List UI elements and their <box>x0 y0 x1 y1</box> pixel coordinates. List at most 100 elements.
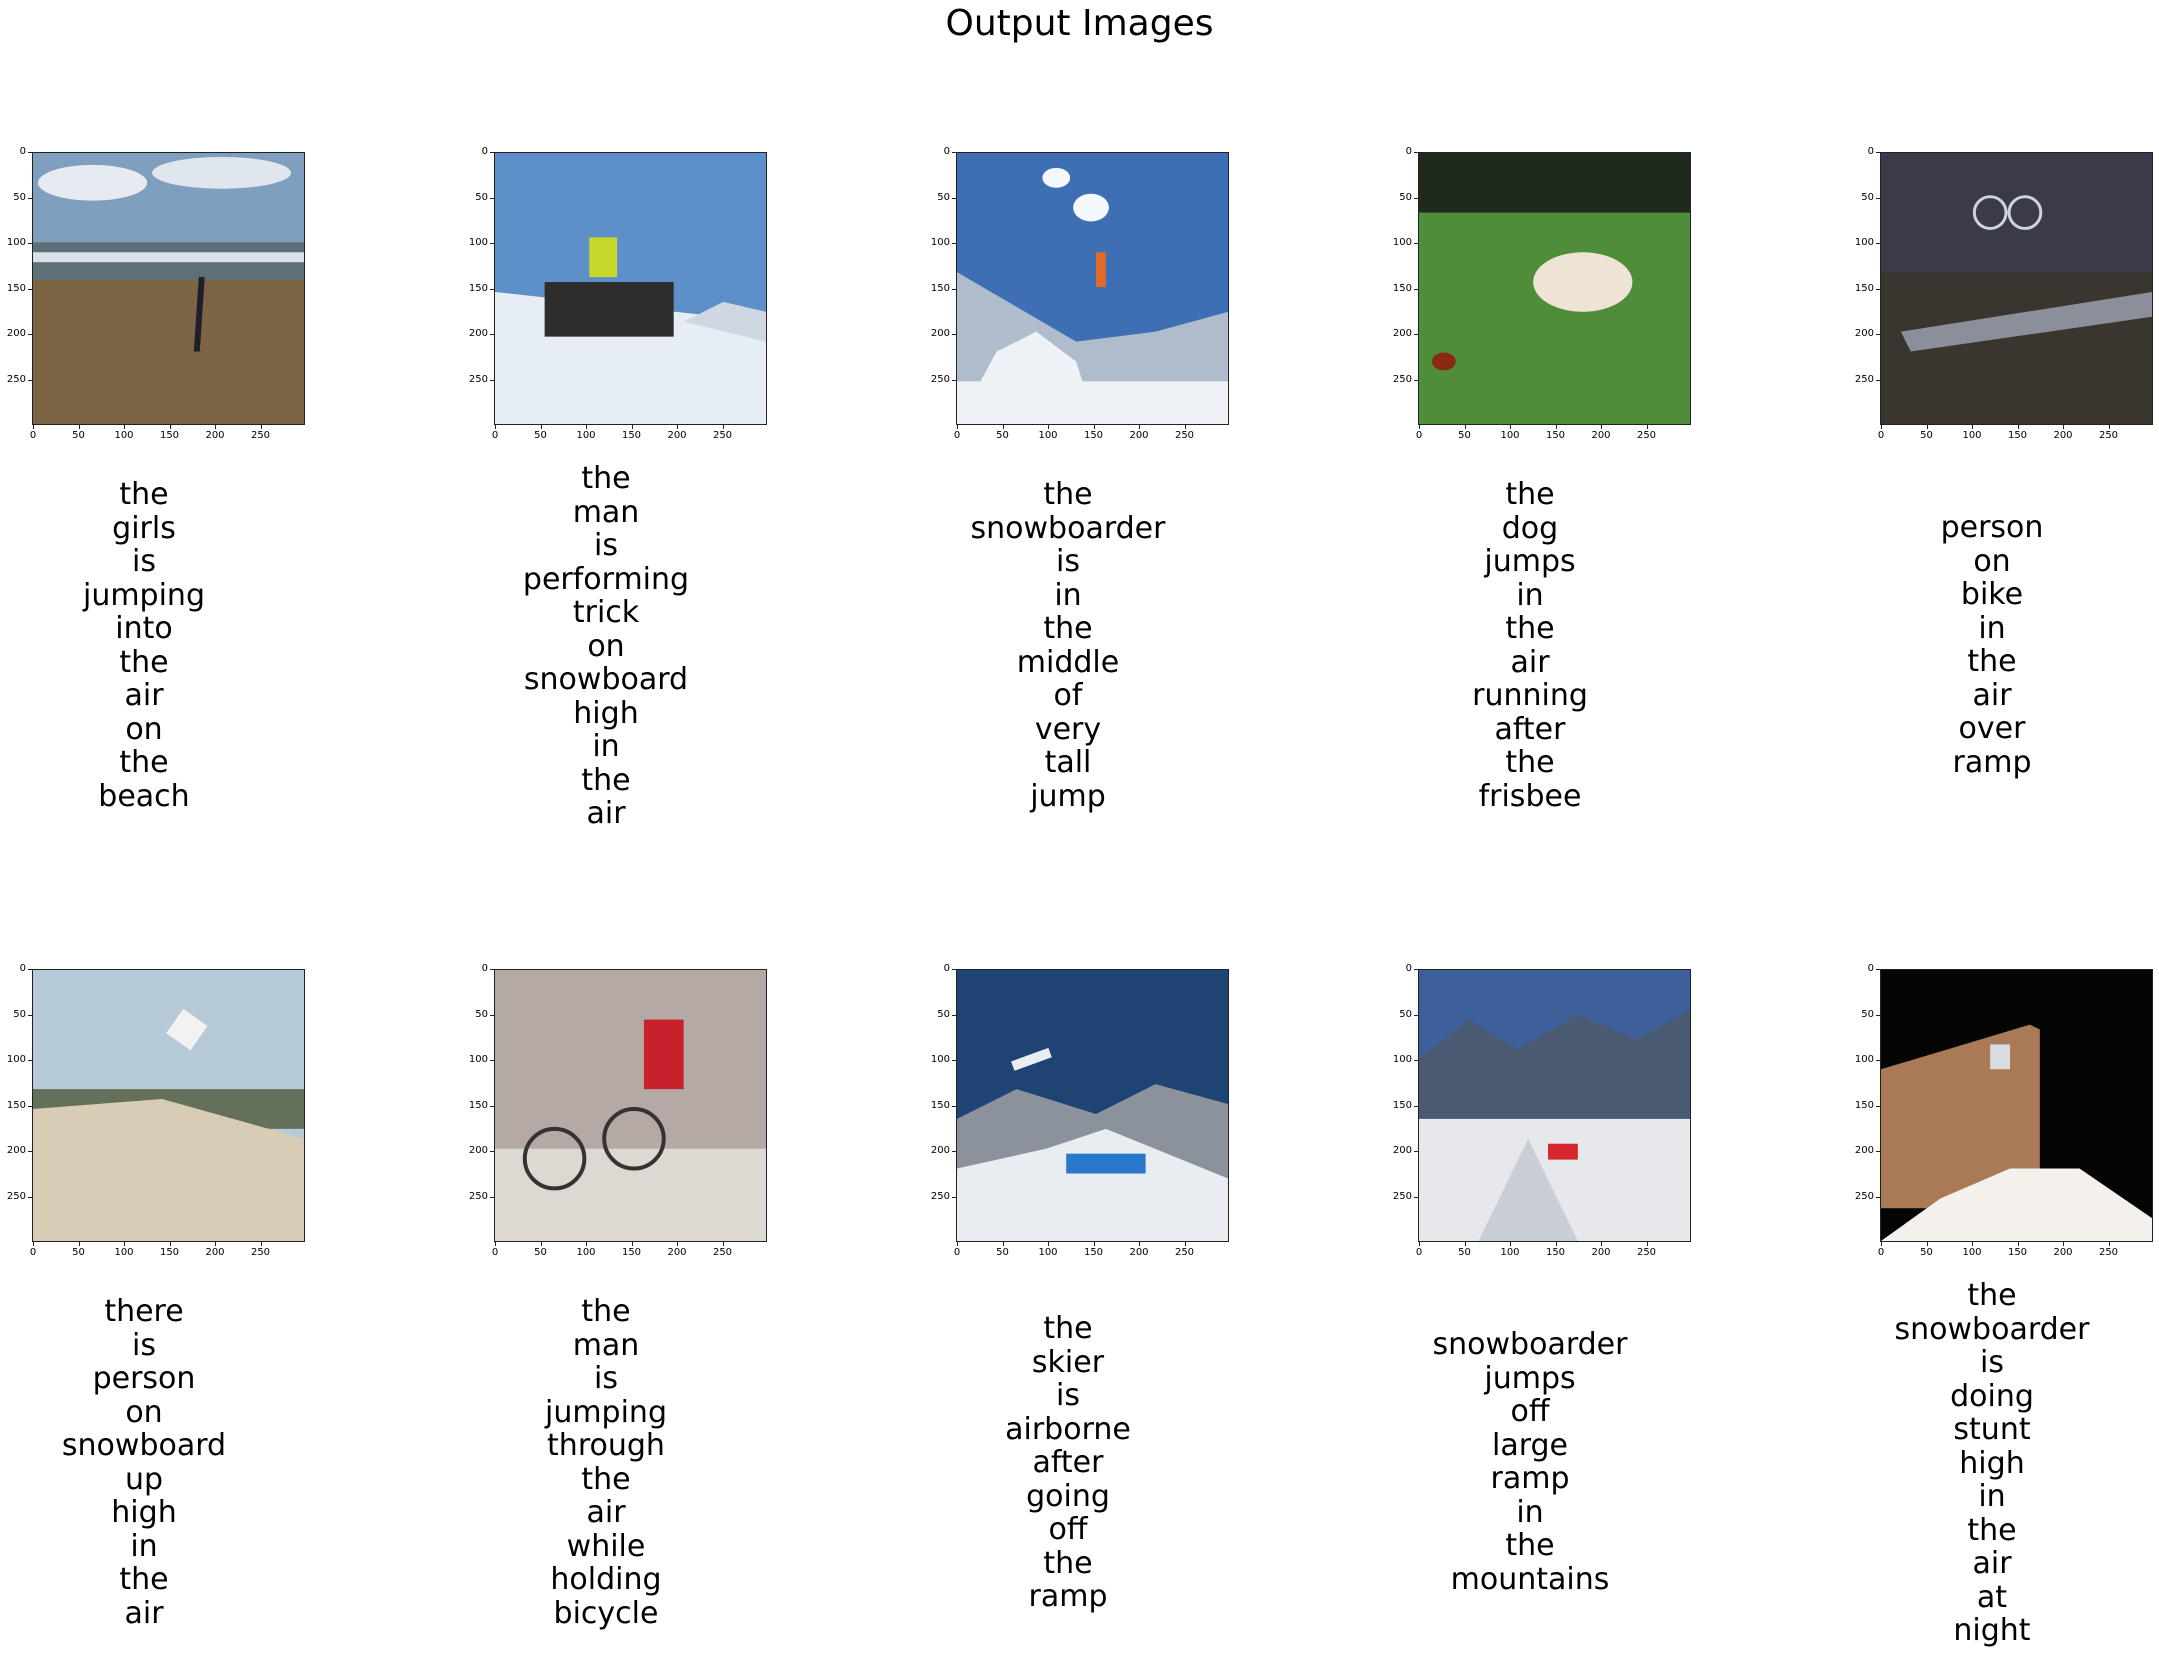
x-tick-label: 250 <box>1632 425 1662 442</box>
x-tick-label: 50 <box>1912 425 1942 442</box>
x-tick-label: 150 <box>1079 425 1109 442</box>
caption-word: the <box>581 1461 631 1497</box>
cloud <box>1042 167 1071 188</box>
caption-word: is <box>132 1327 156 1363</box>
caption-word: air <box>124 678 164 713</box>
y-tick-label: 0 <box>1848 146 1880 158</box>
y-tick-label: 200 <box>0 328 32 340</box>
y-tick-label: 100 <box>462 237 494 249</box>
x-tick-label: 100 <box>1495 1242 1525 1259</box>
caption-word: into <box>115 611 173 646</box>
y-tick-label: 250 <box>1848 1191 1880 1203</box>
y-tick-label: 250 <box>462 1191 494 1203</box>
x-tick-label: 200 <box>1124 425 1154 442</box>
surf <box>33 252 304 263</box>
caption-word: air <box>586 796 626 831</box>
image-panel: 0 50 100 150 200 250 0 50 100 150 200 250 <box>1848 138 2159 441</box>
caption-word: high <box>573 695 639 731</box>
y-tick-label: 100 <box>1848 237 1880 249</box>
caption-word: through <box>547 1428 665 1463</box>
caption: the skier is airborne after going off the ramp <box>918 1312 1218 1614</box>
caption-word: the <box>119 477 169 512</box>
caption-word: man <box>572 1327 640 1363</box>
caption-word: on <box>125 1394 163 1430</box>
y-tick-label: 100 <box>1386 1054 1418 1066</box>
y-tick-label: 250 <box>1386 374 1418 386</box>
caption-word: high <box>111 1495 177 1530</box>
caption-word: jumping <box>82 577 205 613</box>
grass <box>1419 212 1690 424</box>
x-tick-label: 50 <box>1912 1242 1942 1259</box>
x-tick-label: 0 <box>1866 1242 1896 1259</box>
photo-illustration <box>495 153 766 424</box>
y-tick-label: 0 <box>462 963 494 975</box>
caption: snowboarder jumps off large ramp in the mountai… <box>1380 1328 1680 1596</box>
dog-frisbee-photo <box>1418 152 1691 425</box>
caption-word: skier <box>1031 1344 1105 1380</box>
x-tick-label: 0 <box>480 1242 510 1259</box>
x-tick-label: 0 <box>942 425 972 442</box>
caption-word: ramp <box>1952 744 2032 780</box>
caption-word: in <box>592 729 620 764</box>
y-tick-label: 50 <box>462 192 494 204</box>
caption-word: the <box>119 1562 169 1597</box>
photo-illustration <box>957 970 1228 1241</box>
x-tick-label: 150 <box>2003 1242 2033 1259</box>
image-panel: 0 50 100 150 200 250 0 50 100 150 200 250 <box>462 955 782 1258</box>
x-tick-label: 0 <box>18 425 48 442</box>
x-tick-label: 0 <box>942 1242 972 1259</box>
x-tick-label: 250 <box>246 425 276 442</box>
caption-word: tall <box>1044 745 1092 780</box>
caption-word: beach <box>98 778 190 814</box>
snowboarder <box>1990 1044 2011 1070</box>
y-tick-label: 200 <box>1386 328 1418 340</box>
caption: the man is performing trick on snowboard high in… <box>456 462 756 831</box>
x-tick-label: 200 <box>1586 425 1616 442</box>
cyclist <box>643 1019 684 1090</box>
y-tick-label: 200 <box>462 328 494 340</box>
y-tick-label: 0 <box>462 146 494 158</box>
x-tick-label: 200 <box>662 1242 692 1259</box>
x-tick-label: 150 <box>155 425 185 442</box>
caption-word: the <box>581 461 631 496</box>
caption-word: is <box>1056 1378 1080 1413</box>
caption-word: middle <box>1016 644 1120 680</box>
caption-word: mountains <box>1450 1561 1610 1597</box>
y-tick-label: 150 <box>1848 283 1880 295</box>
x-tick-label: 100 <box>1495 425 1525 442</box>
caption-word: in <box>1516 1494 1544 1530</box>
caption-word: high <box>1959 1445 2025 1481</box>
caption-word: very <box>1034 711 1102 747</box>
photo-illustration <box>33 970 304 1241</box>
photo-illustration <box>1881 153 2152 424</box>
x-tick-label: 100 <box>109 425 139 442</box>
x-tick-label: 50 <box>988 425 1018 442</box>
y-tick-label: 150 <box>462 283 494 295</box>
y-tick-label: 0 <box>0 963 32 975</box>
caption-word: jumps <box>1484 544 1576 579</box>
image-panel: 0 50 100 150 200 250 0 50 100 150 200 250 <box>1386 955 1706 1258</box>
caption-word: jumps <box>1484 1360 1576 1396</box>
y-tick-label: 50 <box>924 1009 956 1021</box>
y-tick-label: 100 <box>1848 1054 1880 1066</box>
snow <box>495 1148 766 1241</box>
y-tick-label: 200 <box>924 1145 956 1157</box>
y-tick-label: 50 <box>462 1009 494 1021</box>
x-tick-label: 150 <box>1541 425 1571 442</box>
caption-word: of <box>1053 678 1083 713</box>
caption-word: off <box>1510 1394 1550 1429</box>
banner <box>1548 1143 1578 1160</box>
caption-word: jumping <box>544 1394 667 1430</box>
caption-word: in <box>1978 1479 2006 1514</box>
photo-illustration <box>1419 153 1690 424</box>
image-panel: 0 50 100 150 200 250 0 50 100 150 200 250 <box>462 138 782 441</box>
cloud <box>1073 193 1109 222</box>
cyclocross-photo <box>494 969 767 1242</box>
caption-word: there <box>104 1294 184 1329</box>
caption-word: holding <box>550 1562 662 1597</box>
caption-word: air <box>1510 644 1550 680</box>
image-panel: 0 50 100 150 200 250 0 50 100 150 200 250 <box>0 955 320 1258</box>
image-panel: 0 50 100 150 200 250 0 50 100 150 200 250 <box>924 138 1244 441</box>
x-tick-label: 50 <box>988 1242 1018 1259</box>
caption-word: after <box>1032 1445 1104 1480</box>
